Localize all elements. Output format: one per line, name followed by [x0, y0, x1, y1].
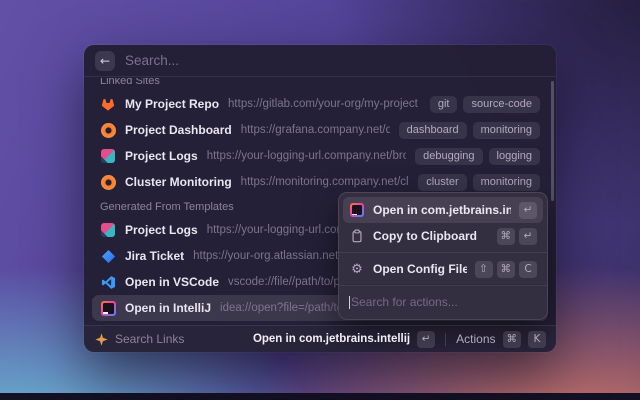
command-keycap: ⌘: [503, 331, 522, 348]
shortcut-keys: ⇧ ⌘ C: [475, 261, 538, 278]
item-tags: git source-code: [430, 96, 540, 113]
popup-item-copy-clipboard[interactable]: Copy to Clipboard ⌘ ↵: [343, 223, 543, 249]
tag-badge: debugging: [415, 148, 482, 165]
item-title: My Project Repo: [125, 97, 219, 111]
extension-name-label: Search Links: [115, 332, 184, 346]
grafana-icon: [100, 174, 116, 190]
tag-badge: monitoring: [473, 122, 540, 139]
grafana-icon: [100, 122, 116, 138]
primary-action-label[interactable]: Open in com.jetbrains.intellij: [253, 333, 410, 345]
tag-badge: git: [430, 96, 458, 113]
tag-badge: source-code: [463, 96, 540, 113]
actions-search-input[interactable]: Search for actions...: [343, 289, 543, 315]
return-keycap: ↵: [519, 228, 537, 245]
item-url: https://monitoring.company.net/cluster/f…: [241, 176, 410, 188]
back-button[interactable]: ←: [95, 51, 115, 71]
popup-item-label: Open in com.jetbrains.intellij: [373, 203, 511, 217]
item-title: Project Logs: [125, 223, 198, 237]
footer-bar: Search Links Open in com.jetbrains.intel…: [84, 325, 556, 352]
popup-item-open-intellij[interactable]: Open in com.jetbrains.intellij ↵: [343, 197, 543, 223]
shortcut-keys: ↵: [519, 202, 537, 219]
command-keycap: ⌘: [497, 228, 516, 245]
popup-item-open-config[interactable]: ⚙ Open Config File ⇧ ⌘ C: [343, 256, 543, 282]
popup-divider: [339, 252, 547, 253]
return-keycap: ↵: [519, 202, 537, 219]
command-keycap: ⌘: [497, 261, 516, 278]
gear-icon: ⚙: [349, 261, 365, 277]
list-item[interactable]: Project Dashboard https://grafana.compan…: [92, 117, 548, 143]
text-caret: [349, 296, 350, 309]
item-title: Cluster Monitoring: [125, 175, 232, 189]
clipboard-icon: [349, 228, 365, 244]
list-item[interactable]: Project Logs https://your-logging-url.co…: [92, 143, 548, 169]
scrollbar-thumb[interactable]: [551, 81, 554, 201]
item-title: Open in VSCode: [125, 275, 219, 289]
tag-badge: logging: [489, 148, 540, 165]
item-tags: debugging logging: [415, 148, 540, 165]
jira-icon: [100, 248, 116, 264]
intellij-icon: [100, 300, 116, 316]
section-header-linked-sites: Linked Sites: [92, 78, 548, 91]
logs-icon: [100, 148, 116, 164]
intellij-icon: [349, 202, 365, 218]
actions-search-placeholder: Search for actions...: [351, 295, 458, 309]
tag-badge: dashboard: [399, 122, 467, 139]
tag-badge: monitoring: [473, 174, 540, 191]
vscode-icon: [100, 274, 116, 290]
k-keycap: K: [528, 331, 546, 348]
item-url: https://grafana.company.net/d/project-ov…: [241, 124, 390, 136]
item-tags: dashboard monitoring: [399, 122, 540, 139]
item-title: Project Logs: [125, 149, 198, 163]
popup-divider: [339, 285, 547, 286]
item-url: https://gitlab.com/your-org/my-project: [228, 98, 421, 110]
desktop-bottom-strip: [0, 393, 640, 400]
shift-keycap: ⇧: [475, 261, 493, 278]
tag-badge: cluster: [418, 174, 466, 191]
item-title: Project Dashboard: [125, 123, 232, 137]
search-input[interactable]: Search...: [125, 53, 179, 68]
item-tags: cluster monitoring: [418, 174, 540, 191]
popup-item-label: Open Config File: [373, 262, 467, 276]
shortcut-keys: ⌘ ↵: [497, 228, 538, 245]
launcher-window: ← Search... Linked Sites My Project Repo…: [84, 45, 556, 352]
search-links-extension-icon: [94, 332, 108, 346]
popup-item-label: Copy to Clipboard: [373, 229, 489, 243]
c-keycap: C: [519, 261, 537, 278]
item-url: https://your-logging-url.company.net/bro…: [207, 150, 406, 162]
back-arrow-icon: ←: [100, 54, 110, 68]
footer-separator: [445, 333, 446, 346]
return-keycap: ↵: [417, 331, 435, 348]
footer-actions: Open in com.jetbrains.intellij ↵ Actions…: [253, 331, 546, 348]
gitlab-icon: [100, 96, 116, 112]
actions-popup: Open in com.jetbrains.intellij ↵ Copy to…: [338, 192, 548, 320]
item-title: Open in IntelliJ: [125, 301, 211, 315]
list-item[interactable]: My Project Repo https://gitlab.com/your-…: [92, 91, 548, 117]
item-title: Jira Ticket: [125, 249, 184, 263]
search-bar: ← Search...: [84, 45, 556, 77]
actions-menu-button[interactable]: Actions: [456, 332, 495, 346]
logs-icon: [100, 222, 116, 238]
